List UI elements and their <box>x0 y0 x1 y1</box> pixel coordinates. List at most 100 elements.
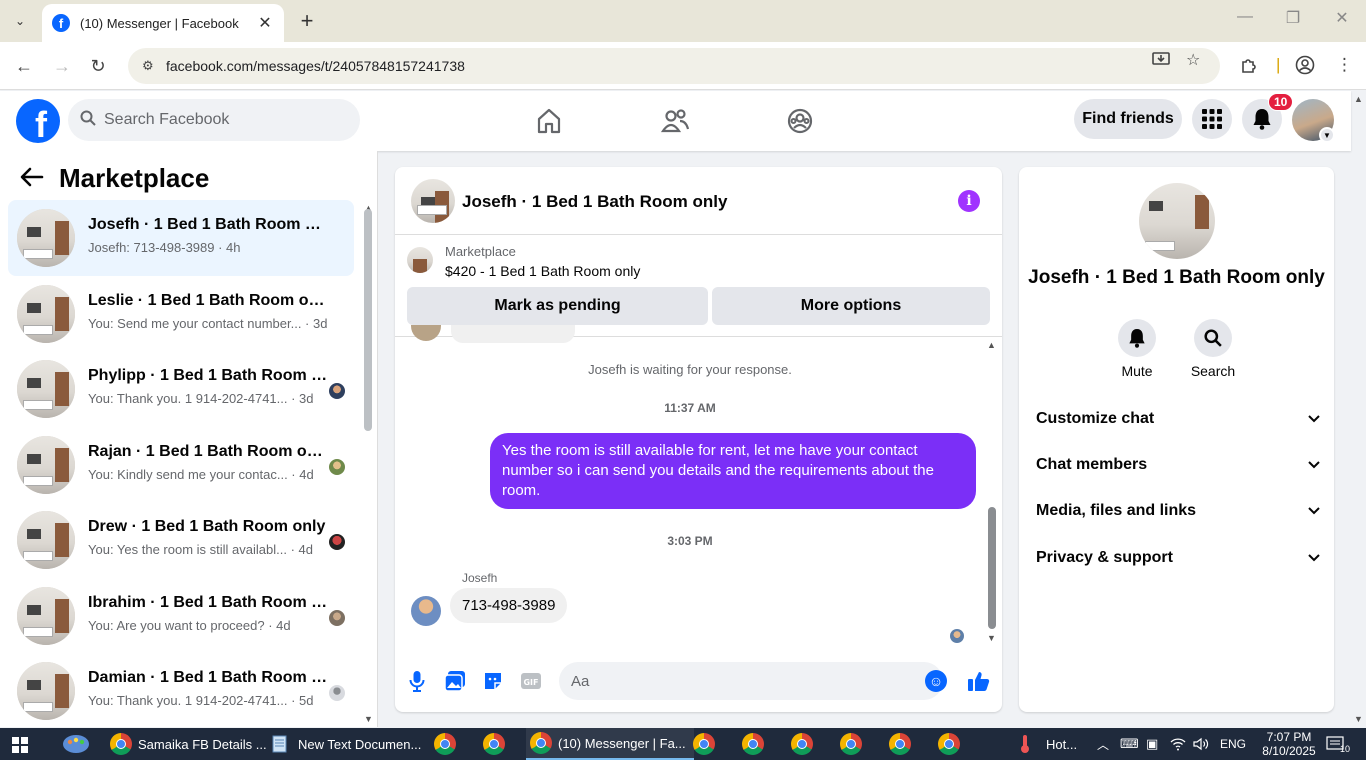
conversation-list-scrollbar[interactable] <box>364 209 372 431</box>
taskbar-chrome-window[interactable] <box>889 728 911 760</box>
taskbar-chrome-window[interactable] <box>791 728 813 760</box>
conversation-item-leslie[interactable]: Leslie · 1 Bed 1 Bath Room only You: Sen… <box>8 276 354 352</box>
conversation-snippet: You: Thank you. 1 914-202-4741... · 3d <box>88 391 314 406</box>
taskbar-chrome-window[interactable] <box>434 728 456 760</box>
taskbar-paint-icon[interactable] <box>62 728 90 760</box>
more-options-button[interactable]: More options <box>712 287 990 325</box>
weather-widget[interactable]: Hot... <box>1018 728 1077 760</box>
mark-as-pending-button[interactable]: Mark as pending <box>407 287 708 325</box>
customize-chat-section[interactable]: Customize chat <box>1036 399 1320 439</box>
chat-room-thumbnail[interactable] <box>411 179 455 223</box>
new-tab-icon[interactable]: + <box>296 9 318 33</box>
sender-avatar[interactable] <box>411 596 441 626</box>
chat-members-section[interactable]: Chat members <box>1036 445 1320 485</box>
taskbar-chrome-window[interactable] <box>693 728 715 760</box>
input-indicator-icon[interactable]: ⌨ <box>1120 728 1139 760</box>
system-clock[interactable]: 7:07 PM 8/10/2025 <box>1254 730 1324 758</box>
media-files-links-section[interactable]: Media, files and links <box>1036 491 1320 531</box>
conversation-item-damian[interactable]: Damian · 1 Bed 1 Bath Room o... You: Tha… <box>8 653 354 727</box>
windows-start-icon[interactable] <box>12 737 28 753</box>
room-listing-thumbnail <box>17 587 75 645</box>
gif-icon[interactable]: GIF <box>519 669 543 693</box>
chevron-down-icon <box>1308 551 1320 565</box>
chrome-icon <box>742 733 764 755</box>
room-listing-thumbnail <box>17 285 75 343</box>
taskbar-chrome-window[interactable] <box>840 728 862 760</box>
chat-scroll-up-arrow-icon[interactable]: ▲ <box>987 340 996 350</box>
taskbar-chrome-window[interactable] <box>742 728 764 760</box>
sticker-icon[interactable] <box>481 669 505 693</box>
url-text[interactable]: facebook.com/messages/t/2405784815724173… <box>166 58 465 74</box>
minimize-icon[interactable]: — <box>1230 8 1260 26</box>
forward-icon[interactable]: → <box>50 54 74 78</box>
restore-icon[interactable]: ❐ <box>1278 8 1308 28</box>
browser-menu-icon[interactable]: ⋮ <box>1336 55 1353 75</box>
chevron-down-icon <box>1308 412 1320 426</box>
chat-scroll-down-arrow-icon[interactable]: ▼ <box>987 633 996 643</box>
tab-title: (10) Messenger | Facebook <box>80 15 239 31</box>
extensions-icon[interactable] <box>1239 55 1259 80</box>
back-arrow-icon[interactable] <box>20 167 44 193</box>
conversation-name: Rajan · 1 Bed 1 Bath Room only <box>88 443 328 460</box>
scroll-down-arrow-icon[interactable]: ▼ <box>364 714 373 724</box>
conversation-item-phylipp[interactable]: Phylipp · 1 Bed 1 Bath Room o... You: Th… <box>8 351 354 427</box>
profile-icon[interactable] <box>1295 55 1315 80</box>
conversation-item-ibrahim[interactable]: Ibrahim · 1 Bed 1 Bath Room o... You: Ar… <box>8 578 354 654</box>
conversation-item-rajan[interactable]: Rajan · 1 Bed 1 Bath Room only You: Kind… <box>8 427 354 503</box>
outgoing-message-bubble[interactable]: Yes the room is still available for rent… <box>490 433 976 509</box>
taskbar-chrome-samaika[interactable]: Samaika FB Details ... <box>110 728 267 760</box>
volume-icon[interactable] <box>1193 728 1209 760</box>
message-input[interactable] <box>571 672 911 690</box>
install-app-icon[interactable] <box>1152 50 1170 73</box>
like-thumbs-up-icon[interactable] <box>967 669 991 693</box>
incoming-message-bubble[interactable]: 713-498-3989 <box>450 588 568 623</box>
close-window-icon[interactable]: ✕ <box>1327 8 1357 28</box>
mute-button[interactable]: Mute <box>1107 319 1167 379</box>
tab-search-dropdown-icon[interactable]: ⌄ <box>7 9 33 33</box>
microphone-icon[interactable] <box>405 669 429 693</box>
listing-profile-thumbnail[interactable] <box>1139 183 1215 259</box>
notification-center-icon[interactable]: 10 <box>1326 728 1350 760</box>
taskbar-notepad[interactable]: New Text Documen... <box>270 728 421 760</box>
conversation-item-josefh[interactable]: Josefh · 1 Bed 1 Bath Room only Josefh: … <box>8 200 354 276</box>
search-label: Search <box>1190 363 1236 379</box>
account-chevron-down-icon[interactable]: ▼ <box>1319 127 1335 143</box>
find-friends-button[interactable]: Find friends <box>1074 99 1182 139</box>
address-bar[interactable]: ⚙ facebook.com/messages/t/24057848157241… <box>128 48 1220 84</box>
emoji-icon[interactable]: ☺ <box>925 670 947 692</box>
photo-attach-icon[interactable] <box>443 669 467 693</box>
page-scroll-down-arrow-icon[interactable]: ▼ <box>1354 714 1363 724</box>
facebook-search-input[interactable] <box>104 111 334 129</box>
language-indicator[interactable]: ENG <box>1220 728 1246 760</box>
taskbar-chrome-messenger[interactable]: (10) Messenger | Fa... <box>526 728 694 760</box>
chat-title[interactable]: Josefh · 1 Bed 1 Bath Room only <box>462 192 727 212</box>
message-input-field[interactable] <box>559 662 943 700</box>
conversation-info-icon[interactable]: i <box>958 190 980 212</box>
privacy-support-section[interactable]: Privacy & support <box>1036 538 1320 578</box>
taskbar-chrome-window[interactable] <box>938 728 960 760</box>
friends-icon[interactable] <box>660 106 690 136</box>
page-scroll-up-arrow-icon[interactable]: ▲ <box>1354 94 1363 104</box>
listing-thumbnail <box>407 247 433 273</box>
groups-icon[interactable] <box>785 106 815 136</box>
taskbar-chrome-window[interactable] <box>483 728 505 760</box>
wifi-icon[interactable] <box>1170 728 1186 760</box>
reload-icon[interactable]: ↻ <box>86 54 110 78</box>
bookmark-star-icon[interactable]: ☆ <box>1186 50 1200 70</box>
menu-grid-icon[interactable] <box>1192 99 1232 139</box>
search-in-conversation-button[interactable]: Search <box>1183 319 1243 379</box>
show-hidden-icons-chevron-up-icon[interactable]: ︿ <box>1097 728 1109 760</box>
tab-close-icon[interactable]: ✕ <box>256 13 274 33</box>
facebook-search[interactable] <box>68 99 360 141</box>
chat-scrollbar[interactable] <box>988 507 996 629</box>
listing-price-title[interactable]: $420 - 1 Bed 1 Bath Room only <box>445 263 640 279</box>
conversation-item-drew[interactable]: Drew · 1 Bed 1 Bath Room only You: Yes t… <box>8 502 354 578</box>
read-receipt-avatar <box>329 459 345 475</box>
camera-icon[interactable]: ▣ <box>1146 728 1158 760</box>
conversation-name: Damian · 1 Bed 1 Bath Room o... <box>88 669 328 686</box>
site-info-icon[interactable]: ⚙ <box>142 58 162 74</box>
back-icon[interactable]: ← <box>12 54 36 78</box>
browser-tab-messenger[interactable]: f (10) Messenger | Facebook ✕ <box>42 4 284 42</box>
home-icon[interactable] <box>534 106 564 136</box>
facebook-logo-icon[interactable]: f <box>16 99 60 143</box>
